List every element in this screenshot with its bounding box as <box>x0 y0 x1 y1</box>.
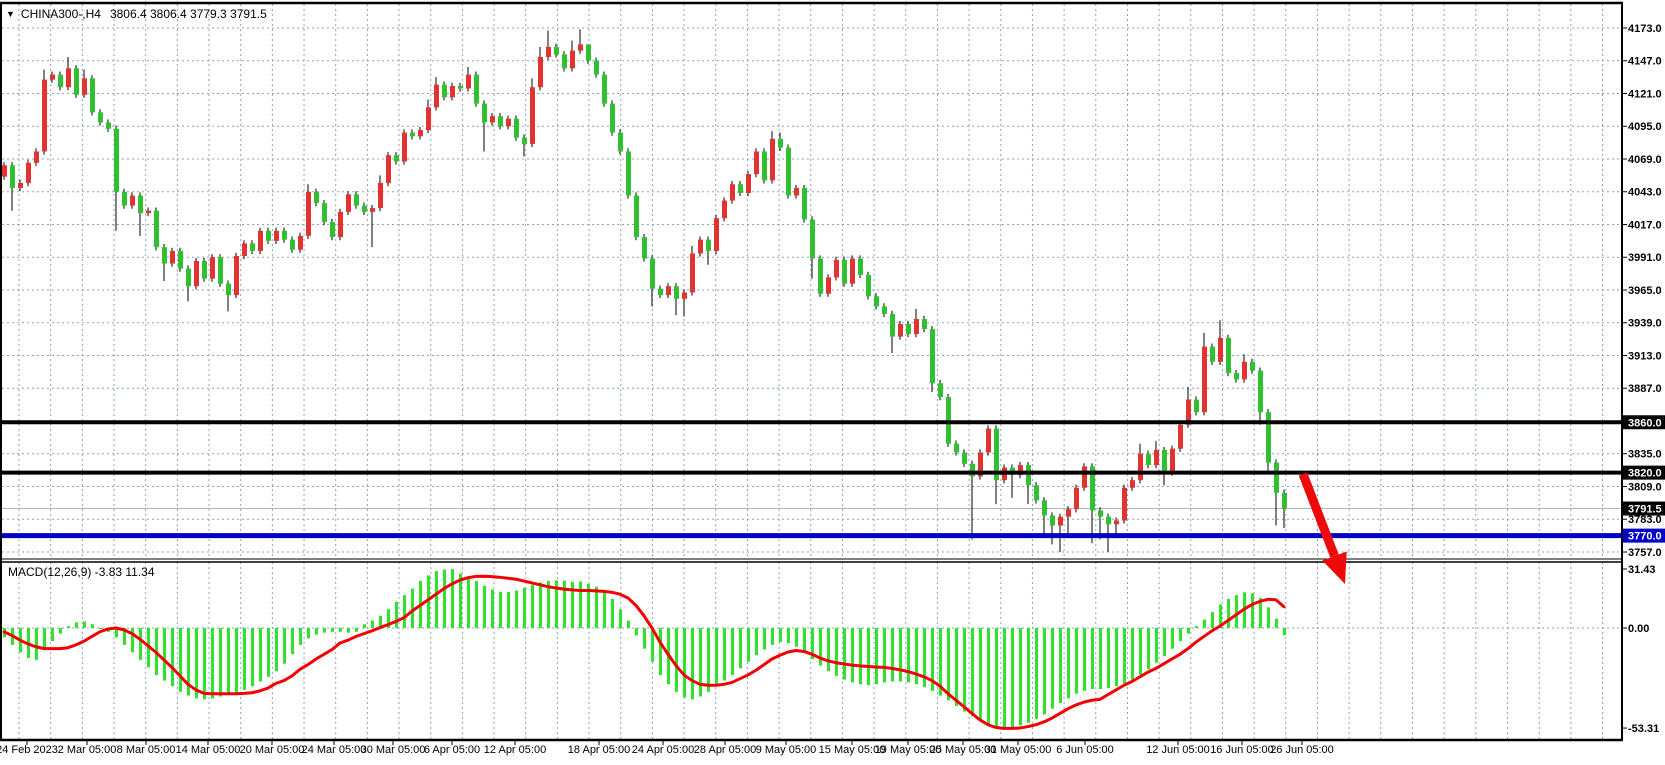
macd-indicator-label: MACD(12,26,9) -3.83 11.34 <box>8 565 155 579</box>
svg-text:4043.0: 4043.0 <box>1628 187 1662 199</box>
svg-text:-53.31: -53.31 <box>1628 723 1659 735</box>
svg-text:4095.0: 4095.0 <box>1628 121 1662 133</box>
chart-title-bar: ▼ CHINA300-,H4 3806.4 3806.4 3779.3 3791… <box>6 7 267 21</box>
symbol-dropdown-icon[interactable]: ▼ <box>6 10 15 19</box>
svg-text:24 Mar 05:00: 24 Mar 05:00 <box>302 744 367 756</box>
svg-text:4173.0: 4173.0 <box>1628 23 1662 35</box>
svg-text:6 Apr 05:00: 6 Apr 05:00 <box>424 744 480 756</box>
svg-text:0.00: 0.00 <box>1628 623 1649 635</box>
svg-text:8 Mar 05:00: 8 Mar 05:00 <box>117 744 176 756</box>
svg-text:3860.0: 3860.0 <box>1628 417 1662 429</box>
svg-text:4069.0: 4069.0 <box>1628 154 1662 166</box>
svg-text:18 Apr 05:00: 18 Apr 05:00 <box>568 744 630 756</box>
svg-text:3809.0: 3809.0 <box>1628 481 1662 493</box>
svg-text:31.43: 31.43 <box>1628 564 1656 576</box>
svg-text:28 Apr 05:00: 28 Apr 05:00 <box>694 744 756 756</box>
svg-text:14 Mar 05:00: 14 Mar 05:00 <box>176 744 241 756</box>
svg-text:3783.0: 3783.0 <box>1628 514 1662 526</box>
svg-text:30 Mar 05:00: 30 Mar 05:00 <box>361 744 426 756</box>
svg-text:3965.0: 3965.0 <box>1628 285 1662 297</box>
down-arrow-annotation[interactable] <box>1303 474 1347 584</box>
svg-text:20 Mar 05:00: 20 Mar 05:00 <box>240 744 305 756</box>
symbol-period-label: CHINA300-,H4 <box>21 7 101 21</box>
price-axis[interactable]: 4173.0 4147.0 4121.0 4095.0 4069.0 4043.0 4017… <box>1622 23 1662 735</box>
svg-text:6 Jun 05:00: 6 Jun 05:00 <box>1056 744 1114 756</box>
time-axis[interactable]: 24 Feb 20232 Mar 05:008 Mar 05:0014 Mar … <box>0 741 1334 756</box>
ohlc-quote-label: 3806.4 3806.4 3779.3 3791.5 <box>110 7 267 21</box>
svg-text:26 Jun 05:00: 26 Jun 05:00 <box>1270 744 1334 756</box>
macd-histogram <box>3 569 1286 728</box>
svg-text:24 Apr 05:00: 24 Apr 05:00 <box>632 744 694 756</box>
svg-text:3991.0: 3991.0 <box>1628 252 1662 264</box>
svg-text:12 Jun 05:00: 12 Jun 05:00 <box>1146 744 1210 756</box>
svg-text:3791.5: 3791.5 <box>1628 504 1662 516</box>
chart-canvas[interactable]: 4173.0 4147.0 4121.0 4095.0 4069.0 4043.0 4017… <box>0 0 1665 765</box>
horizontal-line-objects[interactable] <box>2 422 1622 535</box>
svg-text:2 Mar 05:00: 2 Mar 05:00 <box>58 744 117 756</box>
svg-text:4121.0: 4121.0 <box>1628 88 1662 100</box>
svg-text:3770.0: 3770.0 <box>1628 531 1662 543</box>
svg-text:3939.0: 3939.0 <box>1628 318 1662 330</box>
svg-text:9 May 05:00: 9 May 05:00 <box>756 744 817 756</box>
chart-window: ▼ CHINA300-,H4 3806.4 3806.4 3779.3 3791… <box>0 0 1665 765</box>
svg-text:3757.0: 3757.0 <box>1628 547 1662 559</box>
svg-text:3820.0: 3820.0 <box>1628 468 1662 480</box>
svg-text:16 Jun 05:00: 16 Jun 05:00 <box>1210 744 1274 756</box>
svg-text:4147.0: 4147.0 <box>1628 56 1662 68</box>
svg-text:4017.0: 4017.0 <box>1628 219 1662 231</box>
svg-text:3887.0: 3887.0 <box>1628 383 1662 395</box>
svg-text:12 Apr 05:00: 12 Apr 05:00 <box>484 744 546 756</box>
svg-text:31 May 05:00: 31 May 05:00 <box>985 744 1052 756</box>
svg-text:3835.0: 3835.0 <box>1628 449 1662 461</box>
svg-text:3913.0: 3913.0 <box>1628 350 1662 362</box>
svg-text:24 Feb 2023: 24 Feb 2023 <box>0 744 58 756</box>
